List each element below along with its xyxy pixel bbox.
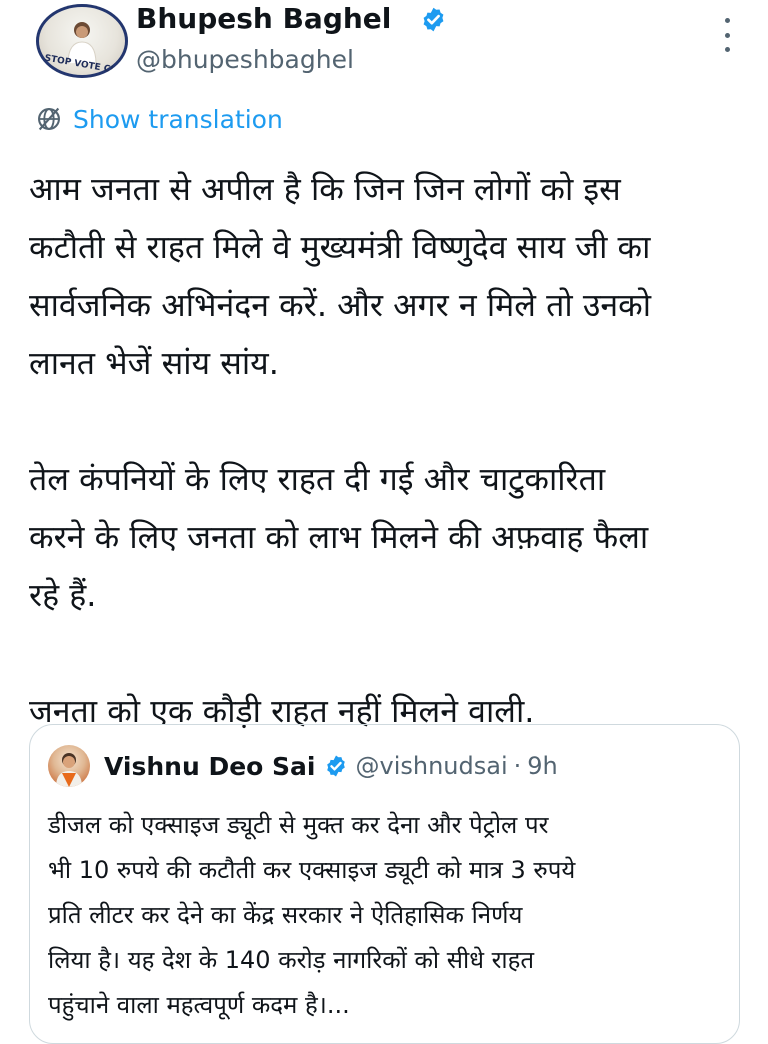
author-avatar[interactable]: STOP VOTE CHORI: [36, 4, 128, 78]
author-name[interactable]: Bhupesh Baghel: [136, 2, 391, 36]
quoted-author-handle[interactable]: @vishnudsai: [356, 752, 508, 780]
tweet-line: लानत भेजें सांय सांय.: [29, 344, 279, 382]
quoted-author-name[interactable]: Vishnu Deo Sai: [104, 752, 316, 781]
tweet-header: STOP VOTE CHORI Bhupesh Baghel @bhupeshb…: [28, 0, 740, 90]
tweet-line: कटौती से राहत मिले वे मुख्यमंत्री विष्णु…: [29, 228, 651, 266]
tweet-line: करने के लिए जनता को लाभ मिलने की अफ़वाह …: [29, 518, 649, 556]
quoted-avatar-portrait-icon: [56, 753, 82, 787]
tweet-text: आम जनता से अपील है कि जिन जिन लोगों को इ…: [29, 160, 739, 740]
verified-badge-icon: [326, 755, 345, 777]
quoted-tweet-line: प्रति लीटर कर देने का केंद्र सरकार ने ऐत…: [48, 901, 523, 929]
tweet-line: तेल कंपनियों के लिए राहत दी गई और चाटुका…: [29, 460, 606, 498]
tweet-line: रहे हैं.: [29, 576, 97, 614]
quoted-tweet-timestamp[interactable]: 9h: [527, 752, 557, 780]
quoted-tweet-header: Vishnu Deo Sai @vishnudsai · 9h: [48, 745, 558, 787]
show-translation-link[interactable]: Show translation: [35, 102, 283, 136]
show-translation-label[interactable]: Show translation: [73, 105, 283, 134]
quoted-tweet-line: भी 10 रुपये की कटौती कर एक्साइज ड्यूटी क…: [48, 856, 576, 884]
separator-dot: ·: [513, 752, 522, 780]
quoted-tweet-line: लिया है। यह देश के 140 करोड़ नागरिकों को…: [48, 946, 535, 974]
verified-badge-icon: [423, 7, 444, 32]
quoted-tweet-line: पहुंचाने वाला महत्वपूर्ण कदम है।...: [48, 991, 350, 1019]
quoted-author-avatar[interactable]: [48, 745, 90, 787]
quoted-tweet-line: डीजल को एक्साइज ड्यूटी से मुक्त कर देना …: [48, 811, 549, 839]
quoted-tweet-text: डीजल को एक्साइज ड्यूटी से मुक्त कर देना …: [48, 803, 728, 1028]
more-options-icon[interactable]: [718, 18, 736, 52]
quoted-tweet-card[interactable]: Vishnu Deo Sai @vishnudsai · 9h डीजल को …: [29, 724, 740, 1044]
tweet-line: सार्वजनिक अभिनंदन करें. और अगर न मिले तो…: [29, 286, 651, 324]
author-handle[interactable]: @bhupeshbaghel: [136, 45, 354, 75]
translate-globe-icon: [38, 107, 60, 131]
tweet-line: आम जनता से अपील है कि जिन जिन लोगों को इ…: [29, 170, 621, 208]
